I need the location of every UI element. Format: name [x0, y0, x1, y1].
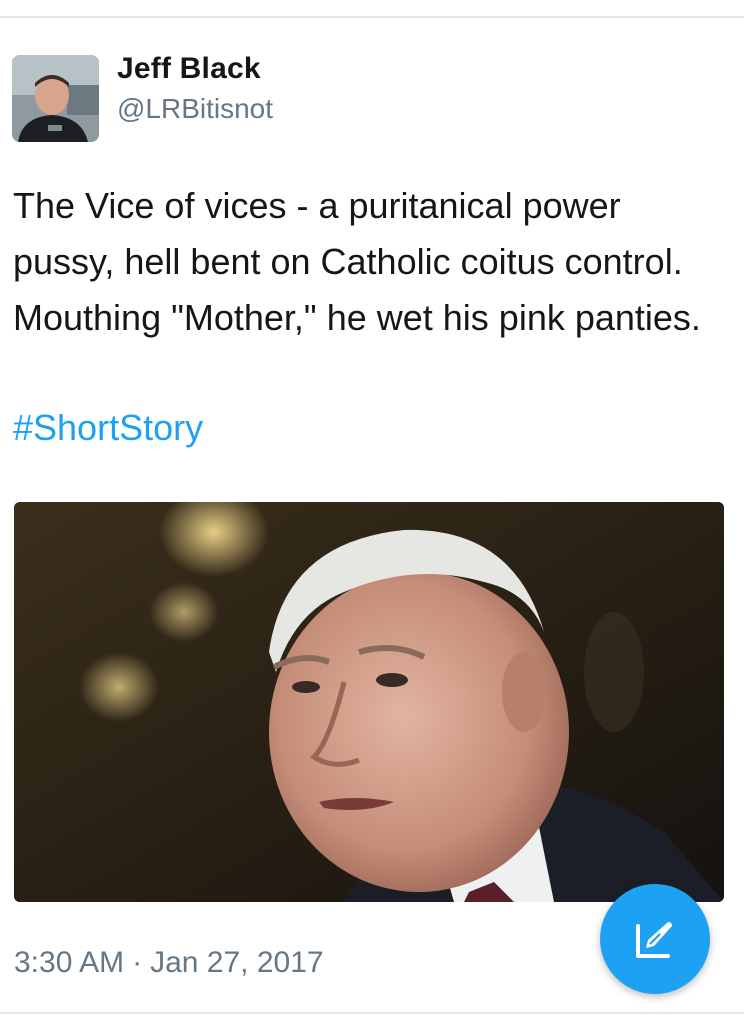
hashtag-link[interactable]: #ShortStory	[13, 400, 203, 456]
author-name[interactable]: Jeff Black	[117, 52, 261, 86]
compose-tweet-button[interactable]	[600, 884, 710, 994]
tweet-time: 3:30 AM	[14, 946, 125, 979]
timestamp-separator: ·	[132, 946, 143, 979]
tweet-timestamp: 3:30 AM · Jan 27, 2017	[14, 946, 324, 980]
media-photo	[14, 502, 724, 902]
tweet-text: The Vice of vices - a puritanical power …	[13, 185, 701, 338]
author-handle[interactable]: @LRBitisnot	[117, 93, 273, 125]
tweet-detail-page: Jeff Black @LRBitisnot The Vice of vices…	[0, 0, 744, 1027]
tweet-date: Jan 27, 2017	[150, 946, 324, 979]
tweet-media-photo[interactable]	[14, 502, 724, 902]
bottom-divider	[0, 1012, 744, 1014]
avatar-photo	[12, 55, 99, 142]
avatar[interactable]	[12, 55, 99, 142]
top-divider	[0, 16, 744, 18]
compose-tweet-icon	[636, 922, 672, 958]
